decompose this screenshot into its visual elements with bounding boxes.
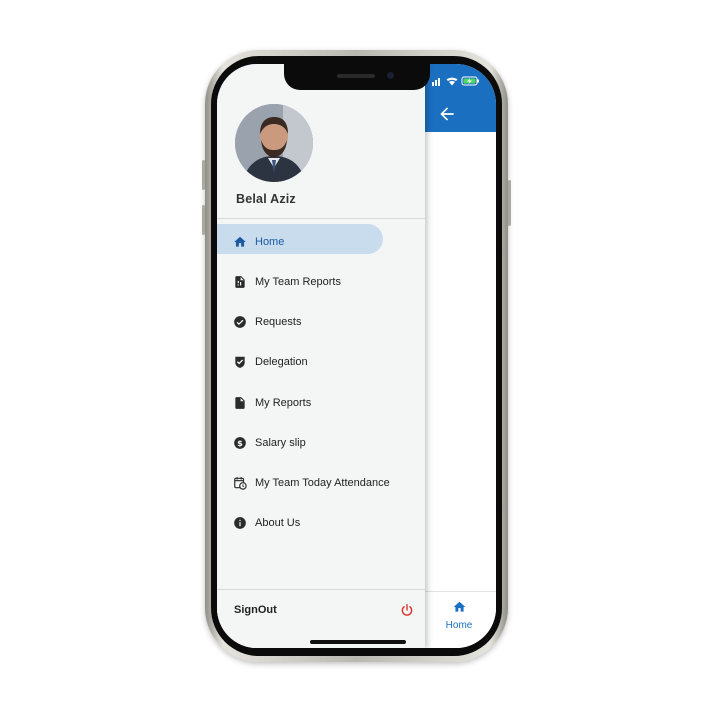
menu-label: Salary slip bbox=[255, 436, 306, 449]
shield-check-icon bbox=[233, 355, 247, 369]
report-file-icon bbox=[233, 275, 247, 289]
menu-item-about-us[interactable]: About Us bbox=[217, 503, 425, 543]
menu-item-delegation[interactable]: Delegation bbox=[217, 342, 425, 382]
front-camera bbox=[387, 72, 394, 79]
navigation-drawer: Belal Aziz Home My Team Reports Requests bbox=[217, 64, 425, 648]
menu-label: Delegation bbox=[255, 356, 308, 369]
tab-home-label: Home bbox=[445, 620, 473, 631]
volume-button bbox=[202, 160, 205, 190]
signout-label: SignOut bbox=[234, 604, 277, 616]
wifi-icon bbox=[446, 77, 458, 86]
check-circle-icon bbox=[233, 315, 247, 329]
calendar-clock-icon bbox=[233, 476, 247, 490]
avatar-photo bbox=[235, 104, 313, 182]
speaker-grille bbox=[337, 74, 375, 78]
tab-home[interactable]: Home bbox=[439, 600, 479, 631]
menu-item-home[interactable]: Home bbox=[217, 222, 425, 262]
svg-text:$: $ bbox=[237, 438, 243, 448]
home-indicator bbox=[310, 640, 406, 644]
drawer-menu: Home My Team Reports Requests Delegation bbox=[217, 222, 425, 543]
dollar-circle-icon: $ bbox=[233, 436, 247, 450]
divider bbox=[217, 218, 425, 219]
power-icon[interactable] bbox=[400, 603, 414, 617]
menu-item-requests[interactable]: Requests bbox=[217, 302, 425, 342]
home-icon bbox=[453, 601, 465, 612]
battery-charging-icon bbox=[461, 76, 479, 86]
phone-screen: Home Belal Aziz Home My Team Reports Req… bbox=[217, 64, 496, 648]
menu-label: My Team Today Attendance bbox=[255, 477, 390, 490]
menu-item-my-reports[interactable]: My Reports bbox=[217, 383, 425, 423]
power-side-button bbox=[508, 180, 511, 226]
menu-label: Requests bbox=[255, 316, 302, 329]
info-icon bbox=[233, 516, 247, 530]
menu-item-salary-slip[interactable]: $ Salary slip bbox=[217, 423, 425, 463]
menu-label: My Team Reports bbox=[255, 276, 341, 289]
home-icon bbox=[233, 235, 247, 249]
menu-label: Home bbox=[255, 236, 285, 248]
avatar bbox=[235, 104, 313, 182]
menu-item-my-team-today-attendance[interactable]: My Team Today Attendance bbox=[217, 463, 425, 503]
signout-button[interactable]: SignOut bbox=[217, 590, 425, 630]
back-arrow-icon[interactable] bbox=[437, 104, 457, 124]
menu-label: About Us bbox=[255, 517, 301, 530]
menu-label: My Reports bbox=[255, 396, 312, 409]
file-icon bbox=[233, 396, 247, 410]
user-name: Belal Aziz bbox=[236, 192, 296, 206]
signal-icon bbox=[432, 78, 440, 86]
volume-button bbox=[202, 205, 205, 235]
menu-item-my-team-reports[interactable]: My Team Reports bbox=[217, 262, 425, 302]
status-icons bbox=[432, 76, 479, 86]
